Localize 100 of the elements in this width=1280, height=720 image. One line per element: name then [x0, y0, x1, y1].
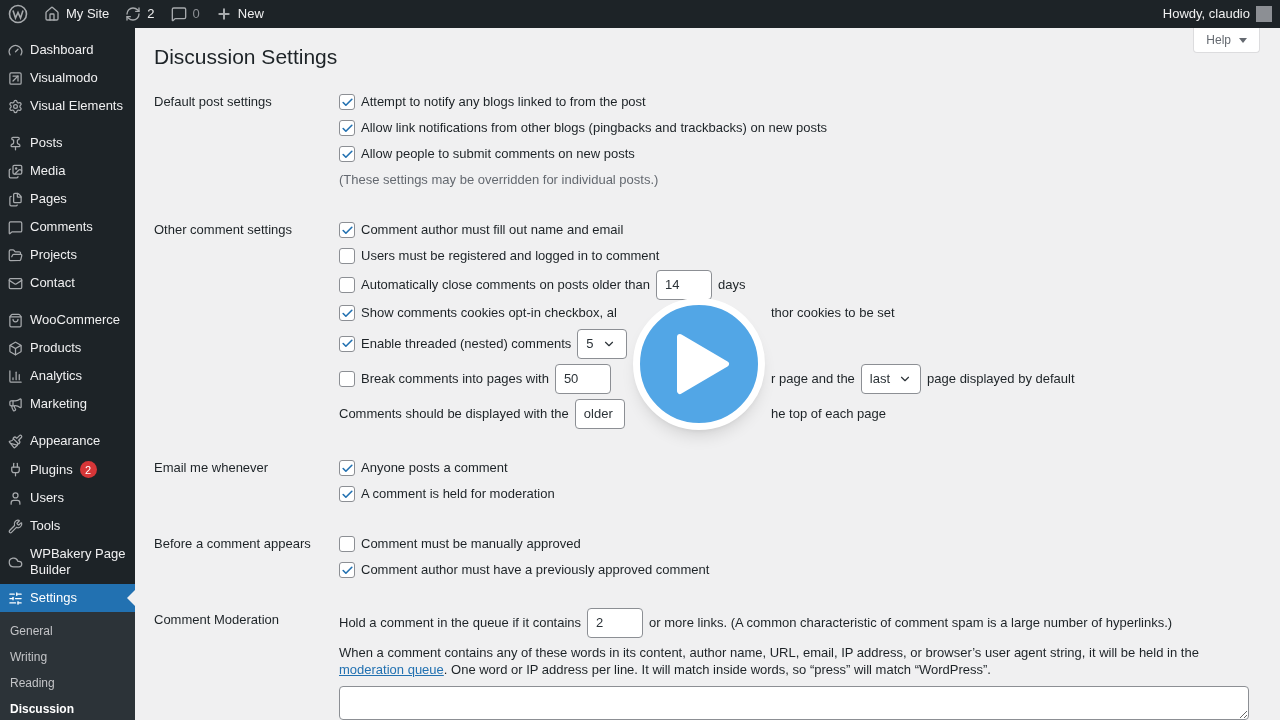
- checkbox[interactable]: [339, 248, 355, 264]
- new-link[interactable]: New: [215, 4, 264, 24]
- menu-item[interactable]: Comments: [0, 213, 135, 241]
- menu-item[interactable]: WPBakery Page Builder: [0, 540, 135, 584]
- option-label: Break comments into pages with: [361, 369, 549, 388]
- home-icon: [44, 6, 60, 22]
- pages-icon: [8, 191, 23, 207]
- menu-item[interactable]: Contact: [0, 269, 135, 297]
- plug-icon: [8, 462, 23, 477]
- section-label: Before a comment appears: [154, 535, 311, 554]
- submenu-item[interactable]: Writing: [0, 644, 135, 670]
- select-dropdown[interactable]: last: [860, 363, 922, 394]
- check-icon: [340, 306, 354, 320]
- checkbox[interactable]: [339, 94, 355, 110]
- account-link[interactable]: Howdy, claudio: [1162, 4, 1272, 24]
- number-field[interactable]: 50: [554, 363, 611, 394]
- checkbox[interactable]: [339, 536, 355, 552]
- square-icon: [8, 70, 23, 86]
- submenu-item[interactable]: Discussion: [0, 696, 135, 720]
- menu-item[interactable]: Appearance: [0, 427, 135, 455]
- option-label: Comment must be manually approved: [361, 535, 581, 554]
- menu-item[interactable]: Media: [0, 157, 135, 185]
- option-label: thor cookies to be set: [771, 304, 895, 323]
- menu-item[interactable]: Visualmodo: [0, 64, 135, 92]
- menu-item[interactable]: WooCommerce: [0, 306, 135, 334]
- check-icon: [340, 121, 354, 135]
- logo-icon[interactable]: [8, 4, 28, 24]
- checkbox[interactable]: [339, 370, 355, 387]
- submenu-item[interactable]: Reading: [0, 670, 135, 696]
- check-icon: [340, 147, 354, 161]
- menu-item[interactable]: Dashboard: [0, 36, 135, 64]
- pin-icon: [8, 135, 23, 151]
- option-label: Comments should be displayed with the: [339, 404, 569, 423]
- number-field[interactable]: 2: [587, 607, 644, 638]
- menu-item[interactable]: Users: [0, 484, 135, 512]
- checkbox[interactable]: [339, 146, 355, 162]
- menu-item[interactable]: Projects: [0, 241, 135, 269]
- help-button[interactable]: Help: [1193, 28, 1260, 53]
- speech-bubble-icon: [170, 6, 187, 22]
- option-label: Automatically close comments on posts older than: [361, 275, 651, 294]
- option-label: r page and the: [771, 369, 855, 388]
- option-label: Attempt to notify any blogs linked to from the post: [361, 93, 646, 112]
- brush-icon: [8, 433, 23, 449]
- menu-item[interactable]: Products: [0, 334, 135, 362]
- menu-item[interactable]: Posts: [0, 129, 135, 157]
- gauge-icon: [8, 42, 23, 58]
- checkbox[interactable]: [339, 222, 355, 238]
- wrench-icon: [8, 518, 23, 534]
- check-icon: [340, 337, 354, 350]
- menu-item[interactable]: Settings: [0, 584, 135, 612]
- gear-icon: [8, 98, 23, 114]
- menu-item[interactable]: Plugins 2: [0, 455, 135, 484]
- moderation-queue-link[interactable]: moderation queue: [339, 662, 444, 677]
- count-badge: 2: [79, 461, 97, 478]
- check-icon: [340, 461, 354, 475]
- option-label: Users must be registered and logged in to comment: [361, 247, 660, 266]
- box-icon: [8, 340, 23, 356]
- checkbox[interactable]: [339, 562, 355, 578]
- check-icon: [340, 487, 354, 501]
- plus-icon: [215, 6, 232, 22]
- bar-chart-icon: [8, 368, 23, 384]
- menu-item[interactable]: Pages: [0, 185, 135, 213]
- checkbox[interactable]: [339, 276, 355, 293]
- checkbox[interactable]: [339, 335, 355, 352]
- bag-icon: [8, 312, 23, 328]
- refresh-icon: [125, 6, 142, 22]
- avatar: [1256, 6, 1272, 22]
- envelope-icon: [8, 275, 23, 291]
- person-icon: [8, 490, 23, 506]
- select-dropdown[interactable]: 5: [577, 328, 628, 359]
- menu-item[interactable]: Tools: [0, 512, 135, 540]
- site-link[interactable]: My Site: [44, 4, 110, 24]
- option-label: Show comments cookies opt-in checkbox, al: [361, 304, 617, 323]
- speech-bubble-icon: [8, 219, 23, 235]
- section-label: Default post settings: [154, 93, 272, 112]
- option-label: Allow link notifications from other blogs (pingbacks and trackbacks) on new posts: [361, 119, 828, 138]
- section-label: Comment Moderation: [154, 611, 279, 630]
- checkbox[interactable]: [339, 460, 355, 476]
- megaphone-icon: [8, 396, 23, 412]
- menu-item[interactable]: Analytics: [0, 362, 135, 390]
- checkbox[interactable]: [339, 305, 355, 321]
- menu-item[interactable]: Visual Elements: [0, 92, 135, 120]
- section-label: Other comment settings: [154, 221, 292, 240]
- comments-link[interactable]: 0: [170, 4, 200, 24]
- checkbox[interactable]: [339, 120, 355, 136]
- checkbox[interactable]: [339, 486, 355, 502]
- menu-item[interactable]: Marketing: [0, 390, 135, 418]
- option-label: A comment is held for moderation: [361, 485, 555, 504]
- option-label: Enable threaded (nested) comments: [361, 334, 572, 353]
- check-icon: [340, 563, 354, 577]
- select-dropdown[interactable]: older: [574, 398, 625, 429]
- play-icon: [676, 333, 730, 395]
- images-icon: [8, 163, 23, 179]
- submenu-item[interactable]: General: [0, 618, 135, 644]
- folder-icon: [8, 247, 23, 263]
- text-area[interactable]: [339, 686, 1249, 720]
- updates-link[interactable]: 2: [125, 4, 155, 24]
- option-label: Comment author must have a previously approved comment: [361, 561, 710, 580]
- number-field[interactable]: 14: [656, 269, 713, 300]
- option-label: (These settings may be overridden for individual posts.): [339, 171, 659, 190]
